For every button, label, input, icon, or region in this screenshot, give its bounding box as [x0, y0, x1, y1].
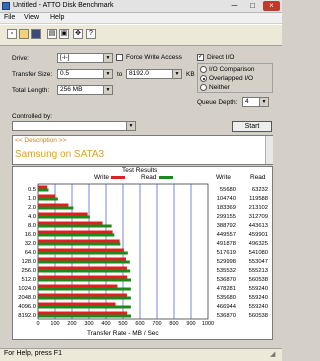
read-value: 443613	[249, 223, 268, 229]
write-bar	[38, 302, 116, 306]
x-tick-label: 0	[36, 321, 39, 327]
x-tick-label: 600	[135, 321, 144, 327]
status-text: For Help, press F1	[4, 350, 62, 357]
read-bar	[38, 242, 121, 246]
write-bar	[38, 212, 88, 216]
write-value: 104740	[217, 196, 236, 202]
write-value: 388792	[217, 223, 236, 229]
write-bar	[38, 257, 126, 261]
x-tick-label: 1000	[202, 321, 214, 327]
write-value: 535680	[217, 295, 236, 301]
x-tick-label: 500	[118, 321, 127, 327]
x-axis-label: Transfer Rate - MB / Sec	[87, 330, 159, 337]
x-tick-label: 300	[84, 321, 93, 327]
read-bar	[38, 305, 131, 309]
write-bar	[38, 248, 124, 252]
y-category-label: 64.0	[25, 250, 36, 256]
y-category-label: 0.5	[28, 187, 36, 193]
read-bar	[38, 197, 58, 201]
read-bar	[38, 215, 90, 219]
write-bar	[38, 230, 113, 234]
write-bar	[38, 275, 128, 279]
read-bar	[38, 251, 128, 255]
read-bar	[38, 188, 49, 192]
read-bar	[38, 287, 131, 291]
x-tick-label: 200	[67, 321, 76, 327]
write-bar	[38, 194, 56, 198]
read-value: 559240	[249, 286, 268, 292]
y-category-label: 8.0	[28, 223, 36, 229]
y-category-label: 16.0	[25, 232, 36, 238]
read-bar	[38, 206, 74, 210]
read-value: 559240	[249, 295, 268, 301]
write-bar	[38, 284, 118, 288]
y-category-label: 8192.0	[18, 313, 36, 319]
read-value: 213102	[249, 205, 268, 211]
transfer-rate-chart: 0 100 200 300 400 500 600 700 800 900 1000 0.5 55680…	[18, 183, 268, 327]
y-category-label: 4.0	[28, 214, 36, 220]
read-value: 459901	[249, 232, 268, 238]
y-category-label: 1.0	[28, 196, 36, 202]
read-value: 119588	[249, 196, 268, 202]
x-tick-label: 800	[169, 321, 178, 327]
y-category-label: 2048.0	[18, 295, 36, 301]
write-bar	[38, 185, 48, 189]
x-tick-label: 900	[186, 321, 195, 327]
write-bar	[38, 266, 127, 270]
write-value: 478281	[217, 286, 236, 292]
y-category-label: 32.0	[25, 241, 36, 247]
y-category-label: 128.0	[21, 259, 36, 265]
read-value: 541080	[249, 250, 268, 256]
write-value: 535532	[217, 268, 236, 274]
read-bar	[38, 314, 132, 318]
write-value: 466944	[217, 304, 237, 310]
read-value: 553047	[249, 259, 268, 265]
write-value: 183369	[217, 205, 236, 211]
y-category-label: 1024.0	[18, 286, 36, 292]
y-category-label: 256.0	[21, 268, 36, 274]
write-value: 491878	[217, 241, 236, 247]
write-bar	[38, 221, 103, 225]
write-bar	[38, 311, 128, 315]
x-tick-label: 100	[50, 321, 59, 327]
write-value: 299155	[217, 214, 236, 220]
write-value: 517619	[217, 250, 236, 256]
read-value: 560538	[249, 313, 268, 319]
y-category-label: 512.0	[21, 277, 36, 283]
write-bar	[38, 239, 120, 243]
read-bar	[38, 296, 131, 300]
read-value: 559240	[249, 304, 268, 310]
write-value: 529998	[217, 259, 236, 265]
read-bar	[38, 224, 112, 228]
read-value: 560538	[249, 277, 268, 283]
read-bar	[38, 260, 130, 264]
write-bar	[38, 293, 127, 297]
y-category-label: 4096.0	[18, 304, 36, 310]
read-bar	[38, 278, 132, 282]
x-tick-label: 700	[152, 321, 161, 327]
resize-grip-icon[interactable]: ◢	[270, 350, 275, 358]
write-value: 55680	[220, 187, 236, 193]
write-value: 536870	[217, 313, 236, 319]
x-tick-label: 400	[101, 321, 110, 327]
write-value: 536870	[217, 277, 236, 283]
read-value: 496325	[249, 241, 268, 247]
read-value: 312709	[249, 214, 268, 220]
write-value: 449557	[217, 232, 236, 238]
y-category-label: 2.0	[28, 205, 36, 211]
read-bar	[38, 269, 131, 273]
read-bar	[38, 233, 115, 237]
read-value: 63232	[252, 187, 268, 193]
read-value: 555213	[249, 268, 268, 274]
write-bar	[38, 203, 69, 207]
